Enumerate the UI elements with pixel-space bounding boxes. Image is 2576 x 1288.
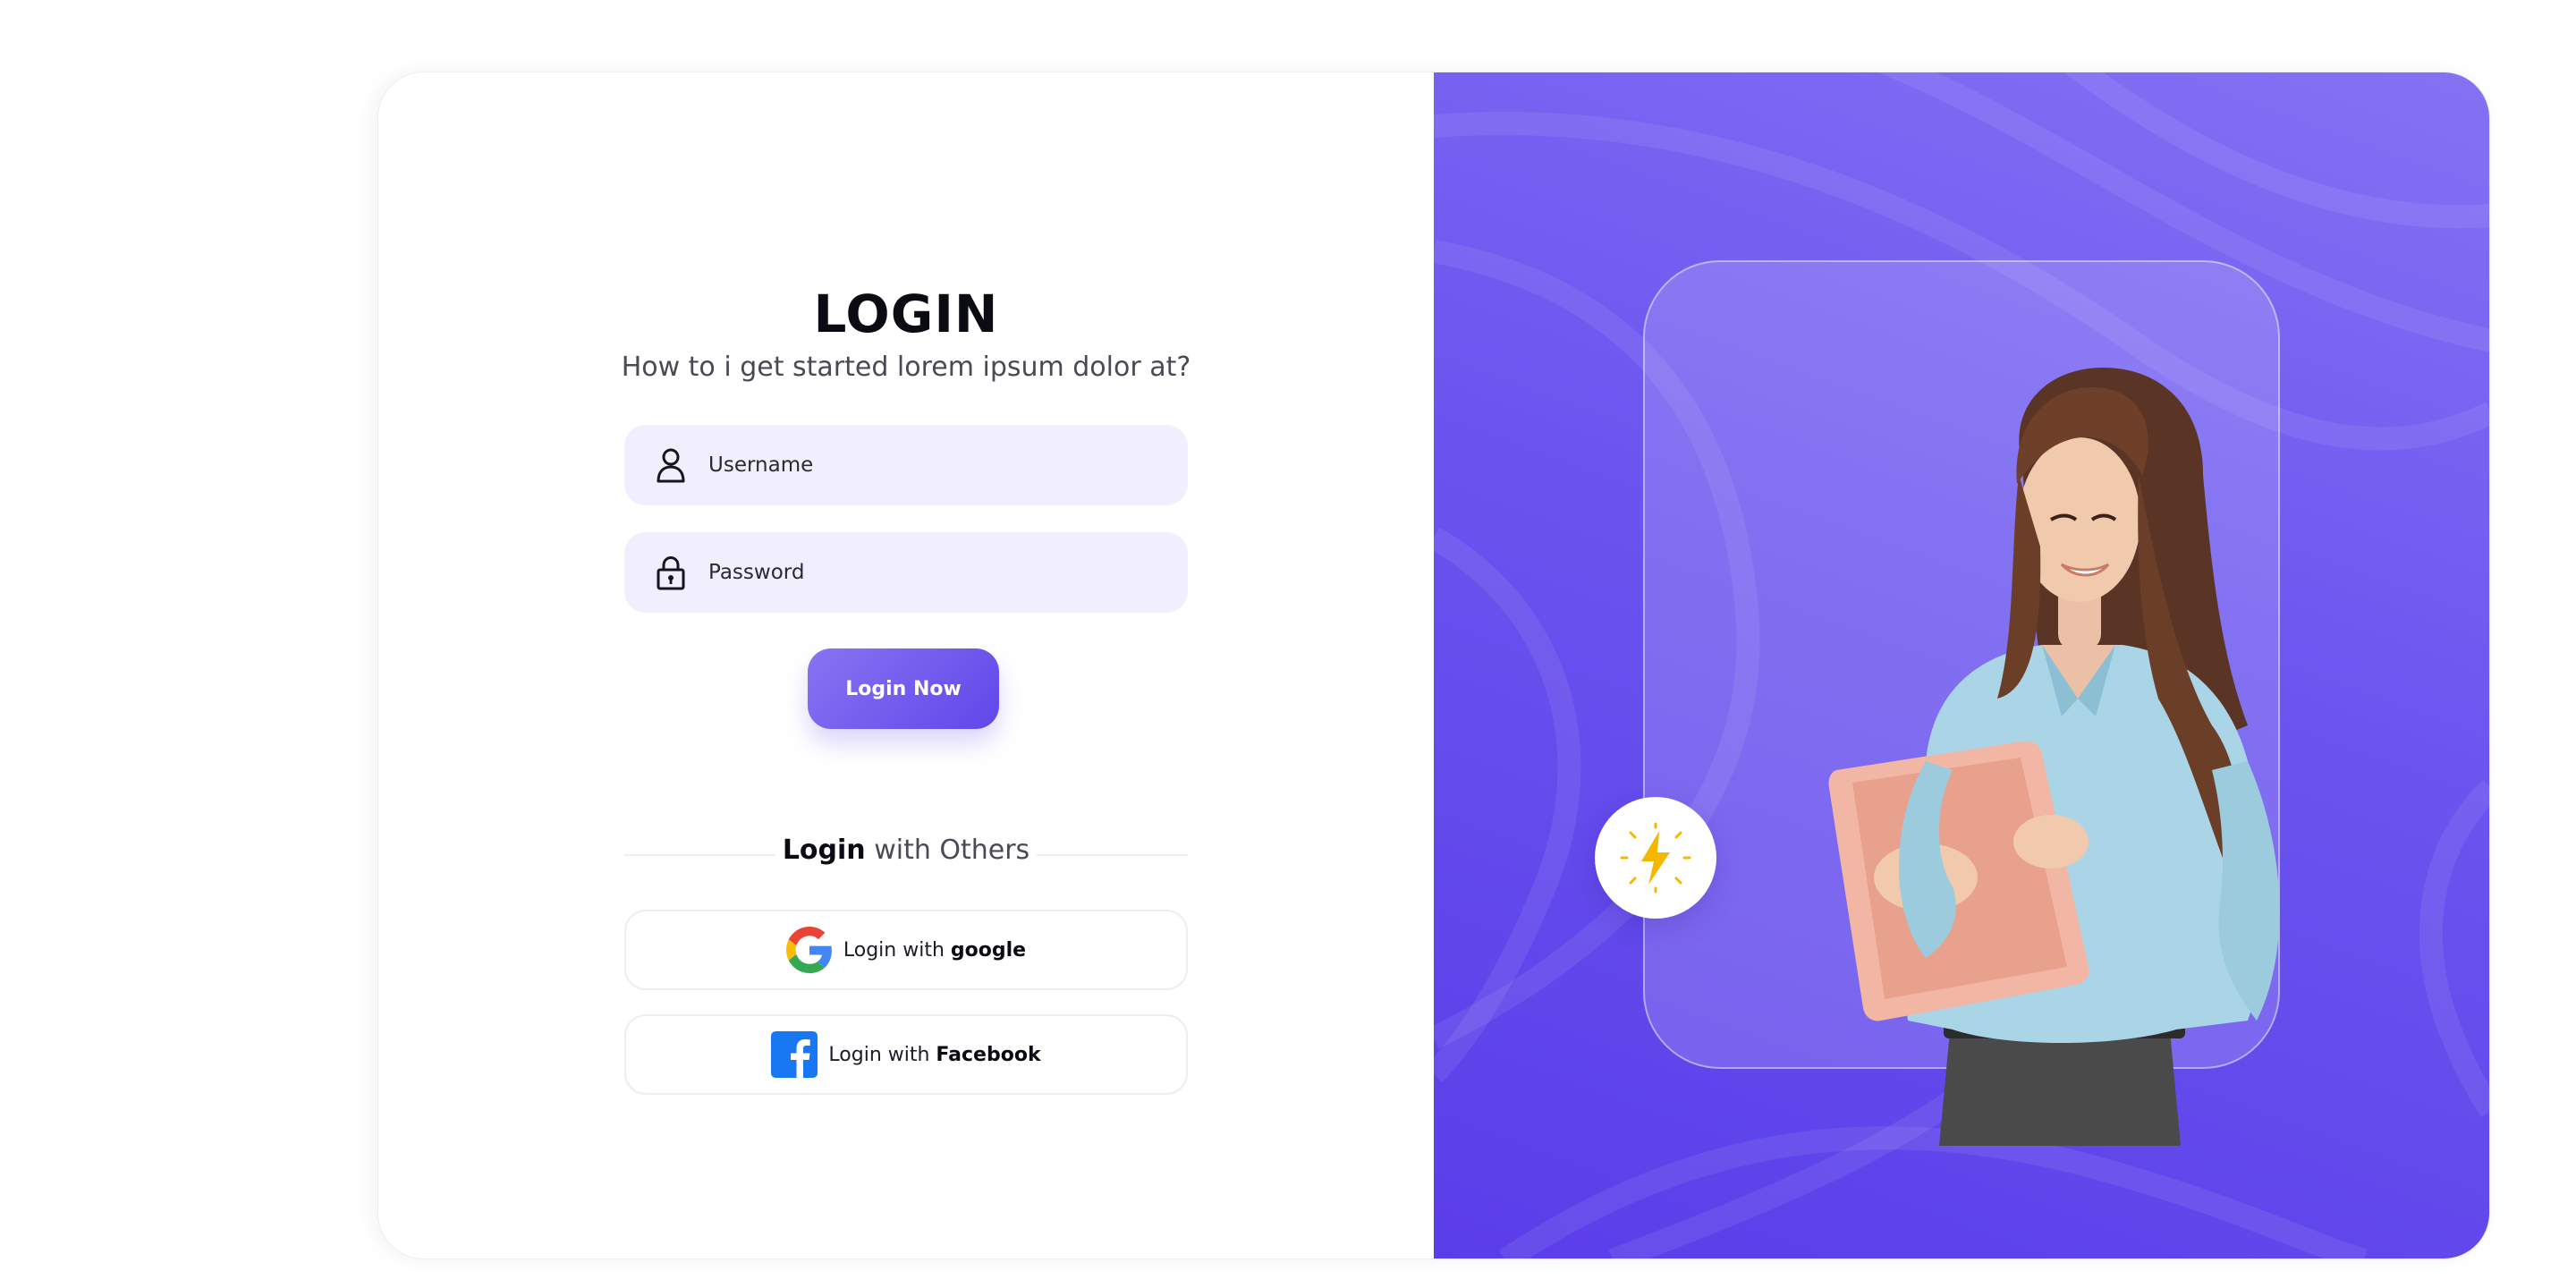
hero-panel bbox=[1434, 72, 2489, 1258]
login-with-facebook-button[interactable]: Login with Facebook bbox=[624, 1014, 1188, 1095]
divider-label-rest: with Others bbox=[865, 835, 1030, 866]
username-input[interactable] bbox=[707, 453, 1136, 478]
facebook-button-label: Login with Facebook bbox=[828, 1044, 1040, 1066]
login-with-others-divider: Login with Others bbox=[624, 835, 1188, 874]
login-now-button[interactable]: Login Now bbox=[808, 648, 999, 729]
login-card: LOGIN How to i get started lorem ipsum d… bbox=[377, 72, 2490, 1259]
facebook-label-prefix: Login with bbox=[828, 1043, 936, 1066]
username-field[interactable] bbox=[624, 425, 1188, 505]
lightning-badge bbox=[1595, 797, 1716, 919]
google-logo-icon bbox=[785, 927, 833, 973]
lightning-icon bbox=[1620, 822, 1691, 894]
google-label-prefix: Login with bbox=[843, 938, 951, 962]
password-field[interactable] bbox=[624, 532, 1188, 613]
login-with-google-button[interactable]: Login with google bbox=[624, 910, 1188, 990]
divider-label: Login with Others bbox=[775, 835, 1038, 866]
google-label-brand: google bbox=[950, 938, 1027, 962]
lock-icon bbox=[653, 553, 689, 592]
page-title: LOGIN bbox=[813, 284, 999, 344]
divider-label-bold: Login bbox=[782, 835, 866, 866]
google-button-label: Login with google bbox=[843, 939, 1026, 962]
login-form-panel: LOGIN How to i get started lorem ipsum d… bbox=[378, 72, 1434, 1258]
facebook-logo-icon bbox=[771, 1031, 818, 1078]
password-input[interactable] bbox=[707, 560, 1136, 585]
hero-person-illustration bbox=[1828, 368, 2280, 1146]
page-subtitle: How to i get started lorem ipsum dolor a… bbox=[621, 352, 1191, 383]
facebook-label-brand: Facebook bbox=[936, 1043, 1041, 1066]
user-icon bbox=[653, 445, 689, 485]
